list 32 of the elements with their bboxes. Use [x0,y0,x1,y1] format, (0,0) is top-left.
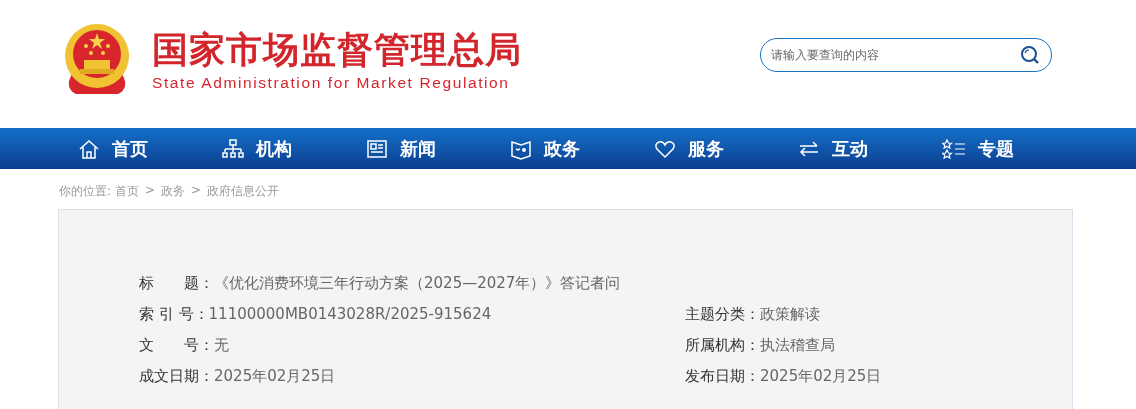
field-label: 索 引 号： [139,305,209,324]
field-value: 执法稽查局 [760,336,835,355]
site-title: 国家市场监督管理总局 [152,28,522,72]
home-icon [78,137,100,160]
breadcrumb-separator: > [145,183,156,199]
nav-item[interactable]: 专题 [942,128,1086,169]
newspaper-icon [366,137,388,160]
field-label: 成文日期： [139,367,214,386]
nav-item[interactable]: 互动 [798,128,942,169]
field-label: 所属机构： [685,336,760,355]
field-label: 主题分类： [685,305,760,324]
search-icon[interactable] [1020,45,1040,65]
star-list-icon [942,137,966,160]
field-label: 标 题： [139,274,214,293]
nav-item[interactable]: 政务 [510,128,654,169]
field-value: 2025年02月25日 [760,367,882,386]
field-value: 无 [214,336,229,355]
breadcrumb-prefix: 你的位置: [59,183,112,200]
field-label: 文 号： [139,336,214,355]
search-field[interactable]: 请输入要查询的内容 [760,38,1052,72]
org-chart-icon [222,137,244,160]
field-label: 发布日期： [685,367,760,386]
field-value: 《优化消费环境三年行动方案（2025—2027年）》答记者问 [214,274,621,293]
site-subtitle: State Administration for Market Regulation [152,74,511,92]
field-value: 政策解读 [760,305,820,324]
nav-item[interactable]: 机构 [222,128,366,169]
nav-item[interactable]: 首页 [78,128,222,169]
nav-item[interactable]: 新闻 [366,128,510,169]
field-value: 11100000MB0143028R/2025-915624 [208,305,492,324]
field-value: 2025年02月25日 [214,367,336,386]
breadcrumb-separator: > [191,183,202,199]
nav-item[interactable]: 服务 [654,128,798,169]
